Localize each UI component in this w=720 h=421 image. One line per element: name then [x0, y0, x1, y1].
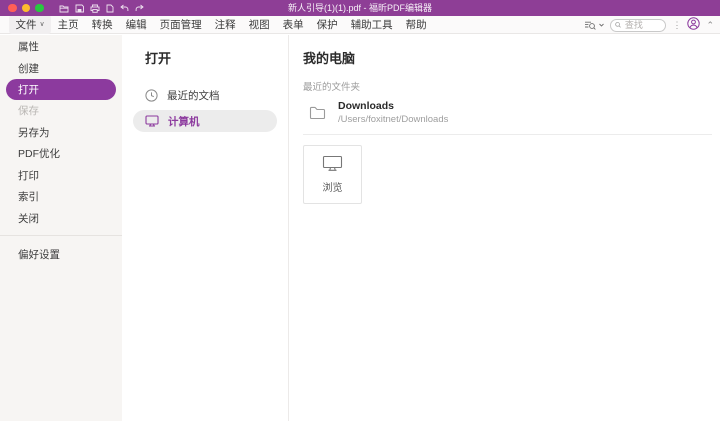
close-window-button[interactable]	[8, 4, 17, 13]
open-location-label: 最近的文档	[167, 88, 220, 103]
menu-tab-view[interactable]: 视图	[242, 15, 276, 34]
print-icon[interactable]	[90, 4, 100, 13]
computer-icon	[145, 115, 159, 127]
more-options-icon[interactable]: ⋮	[672, 21, 681, 30]
open-location-label: 计算机	[168, 114, 200, 129]
find-tool-icon[interactable]	[584, 20, 604, 31]
chevron-down-icon	[599, 23, 604, 27]
sidebar-item-print[interactable]: 打印	[0, 165, 122, 187]
menu-tab-file[interactable]: 文件 ∨	[9, 15, 51, 34]
minimize-window-button[interactable]	[22, 4, 31, 13]
new-document-icon[interactable]	[106, 4, 114, 13]
open-panel-title: 打开	[145, 48, 288, 67]
open-location-computer[interactable]: 计算机	[133, 110, 277, 132]
menu-tab-protect[interactable]: 保护	[310, 15, 344, 34]
menu-tab-home[interactable]: 主页	[51, 15, 85, 34]
account-avatar-icon[interactable]	[687, 17, 700, 33]
sidebar-divider	[0, 235, 122, 236]
monitor-icon	[322, 155, 343, 172]
menu-tab-assistive-tools[interactable]: 辅助工具	[344, 15, 399, 34]
sidebar-item-index[interactable]: 索引	[0, 186, 122, 208]
open-location-list: 最近的文档 计算机	[122, 84, 288, 132]
search-input[interactable]	[625, 20, 662, 30]
menu-tab-help[interactable]: 帮助	[399, 15, 433, 34]
sidebar-item-preferences[interactable]: 偏好设置	[0, 244, 122, 266]
menubar: 文件 ∨ 主页 转换 编辑 页面管理 注释 视图 表单 保护 辅助工具 帮助 ⋮…	[0, 16, 720, 34]
content-divider	[303, 134, 712, 135]
folder-info: Downloads /Users/foxitnet/Downloads	[338, 100, 448, 125]
folder-icon	[309, 105, 326, 120]
menu-tab-convert[interactable]: 转换	[85, 15, 119, 34]
sidebar-item-create[interactable]: 创建	[0, 58, 122, 80]
open-location-recent-documents[interactable]: 最近的文档	[133, 84, 277, 106]
menu-tab-form[interactable]: 表单	[276, 15, 310, 34]
browse-button[interactable]: 浏览	[303, 145, 362, 204]
sidebar-item-save-as[interactable]: 另存为	[0, 122, 122, 144]
sidebar-item-properties[interactable]: 属性	[0, 36, 122, 58]
folder-name: Downloads	[338, 100, 448, 112]
sidebar-item-close[interactable]: 关闭	[0, 208, 122, 230]
menu-tab-page-management[interactable]: 页面管理	[153, 15, 208, 34]
open-panel: 打开 最近的文档 计算机	[122, 35, 289, 421]
window-title: 新人引导(1)(1).pdf - 福昕PDF编辑器	[120, 0, 600, 16]
chevron-down-icon: ∨	[40, 21, 45, 28]
recent-folder-item[interactable]: Downloads /Users/foxitnet/Downloads	[303, 100, 712, 125]
recent-folders-label: 最近的文件夹	[303, 79, 712, 93]
content-title: 我的电脑	[303, 48, 712, 67]
titlebar: 新人引导(1)(1).pdf - 福昕PDF编辑器	[0, 0, 720, 16]
search-box	[610, 19, 666, 32]
save-icon[interactable]	[75, 4, 84, 13]
backstage-view: 属性 创建 打开 保存 另存为 PDF优化 打印 索引 关闭 偏好设置 打开 最…	[0, 35, 720, 421]
folder-path: /Users/foxitnet/Downloads	[338, 114, 448, 125]
search-icon	[615, 21, 621, 29]
menubar-right-controls: ⋮ ⌃	[584, 16, 714, 34]
menu-tab-comment[interactable]: 注释	[208, 15, 242, 34]
open-file-icon[interactable]	[59, 4, 69, 13]
sidebar-item-save: 保存	[0, 100, 122, 122]
my-computer-panel: 我的电脑 最近的文件夹 Downloads /Users/foxitnet/Do…	[289, 35, 720, 421]
collapse-toolbar-icon[interactable]: ⌃	[706, 21, 714, 30]
zoom-window-button[interactable]	[35, 4, 44, 13]
clock-icon	[145, 89, 158, 102]
sidebar-item-pdf-optimize[interactable]: PDF优化	[0, 143, 122, 165]
file-sidebar: 属性 创建 打开 保存 另存为 PDF优化 打印 索引 关闭 偏好设置	[0, 35, 122, 421]
sidebar-item-open[interactable]: 打开	[6, 79, 116, 100]
menu-tab-edit[interactable]: 编辑	[119, 15, 153, 34]
browse-label: 浏览	[323, 179, 343, 194]
